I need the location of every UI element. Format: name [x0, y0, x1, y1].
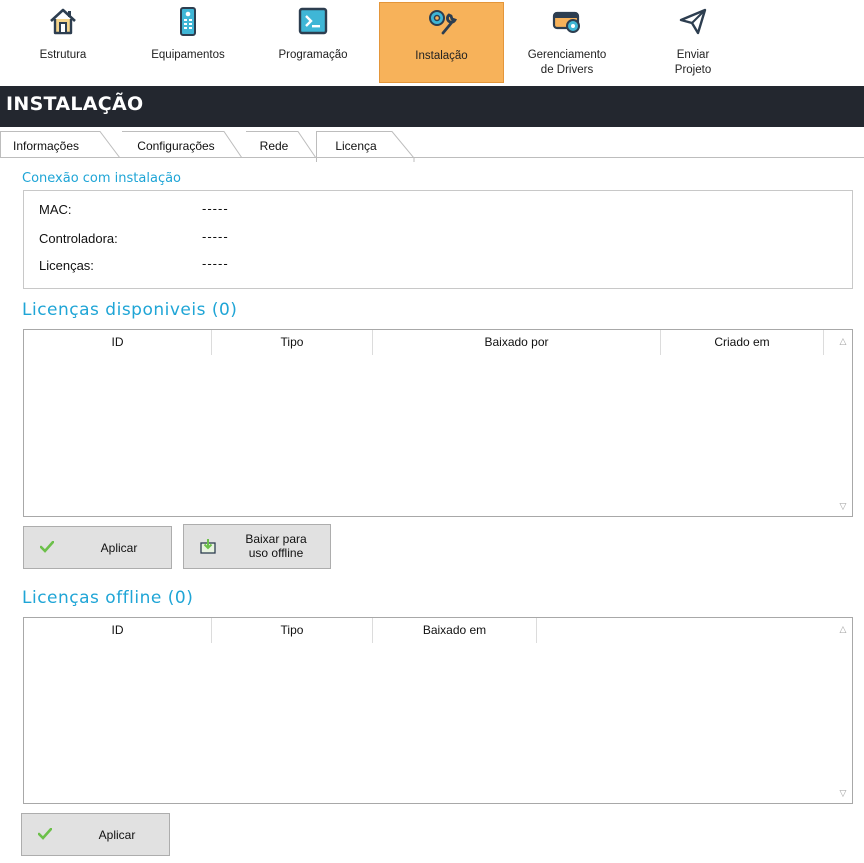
page-header: INSTALAÇÃO	[0, 86, 864, 127]
toolbar-button-estrutura[interactable]: Estrutura	[18, 2, 108, 83]
scroll-down-arrow-icon[interactable]: ▽	[838, 501, 848, 511]
column-header-id[interactable]: ID	[24, 618, 212, 643]
toolbar-label: Equipamentos	[151, 49, 225, 61]
vertical-scrollbar[interactable]: △ ▽	[835, 618, 852, 803]
house-icon	[50, 8, 76, 35]
connection-info-box: MAC: ----- Controladora: ----- Licenças:…	[23, 190, 853, 289]
available-licenses-title: Licenças disponiveis (0)	[22, 300, 238, 320]
scroll-up-arrow-icon[interactable]: △	[838, 336, 848, 346]
table-header: ID Tipo Baixado em	[24, 618, 836, 643]
checkmark-icon	[40, 541, 54, 553]
toolbar-label-line2: de Drivers	[540, 64, 594, 76]
toolbar-button-enviar-projeto[interactable]: Enviar Projeto	[646, 2, 740, 83]
scroll-up-arrow-icon[interactable]: △	[838, 624, 848, 634]
button-label-line2: uso offline	[248, 546, 304, 560]
tab-informacoes[interactable]: Informações	[0, 131, 121, 158]
button-label: Baixar para uso offline	[228, 532, 324, 560]
remote-control-icon	[180, 7, 196, 36]
button-label: Aplicar	[98, 828, 136, 842]
licenses-label: Licenças:	[39, 258, 94, 273]
scroll-down-arrow-icon[interactable]: ▽	[838, 788, 848, 798]
driver-gear-icon	[552, 11, 580, 33]
apply-offline-button[interactable]: Aplicar	[21, 813, 170, 856]
column-header-id[interactable]: ID	[24, 330, 212, 355]
terminal-icon	[298, 7, 328, 35]
connection-section-title: Conexão com instalação	[22, 171, 182, 186]
column-header-tipo[interactable]: Tipo	[212, 330, 373, 355]
column-header-tipo[interactable]: Tipo	[212, 618, 373, 643]
main-toolbar: Estrutura Equipamentos Programação Insta…	[0, 0, 864, 86]
tab-configuracoes[interactable]: Configurações	[112, 131, 243, 158]
tab-label: Configurações	[137, 139, 215, 153]
toolbar-label: Gerenciamento de Drivers	[518, 48, 616, 78]
paper-plane-icon	[679, 8, 707, 35]
page-title: INSTALAÇÃO	[6, 93, 144, 115]
licenses-value: -----	[202, 256, 229, 271]
toolbar-label-line1: Gerenciamento	[527, 49, 607, 61]
tab-bar: Informações Configurações Rede Licença	[0, 127, 864, 162]
download-offline-button[interactable]: Baixar para uso offline	[183, 524, 331, 569]
toolbar-button-programacao[interactable]: Programação	[266, 2, 360, 83]
column-header-baixado-em[interactable]: Baixado em	[373, 618, 537, 643]
column-header-baixado-por[interactable]: Baixado por	[373, 330, 661, 355]
toolbar-button-gerenciamento-drivers[interactable]: Gerenciamento de Drivers	[518, 2, 616, 83]
mac-value: -----	[202, 201, 229, 216]
tab-divider	[0, 157, 864, 158]
checkmark-icon	[38, 828, 52, 840]
wrench-gear-icon	[428, 10, 457, 35]
controller-label: Controladora:	[39, 231, 118, 246]
toolbar-label: Instalação	[415, 50, 468, 62]
toolbar-label-line1: Enviar	[676, 49, 710, 61]
tab-label: Rede	[259, 139, 289, 153]
toolbar-label: Estrutura	[39, 49, 87, 61]
toolbar-label: Programação	[278, 49, 348, 61]
toolbar-button-instalacao[interactable]: Instalação	[379, 2, 504, 83]
tab-rede[interactable]: Rede	[238, 131, 317, 158]
toolbar-button-equipamentos[interactable]: Equipamentos	[140, 2, 236, 83]
mac-label: MAC:	[39, 202, 72, 217]
available-licenses-table[interactable]: ID Tipo Baixado por Criado em △ ▽	[23, 329, 853, 517]
toolbar-label: Enviar Projeto	[646, 48, 740, 78]
vertical-scrollbar[interactable]: △ ▽	[835, 330, 852, 516]
apply-available-button[interactable]: Aplicar	[23, 526, 172, 569]
toolbar-label-line2: Projeto	[674, 64, 712, 76]
button-label-line1: Baixar para	[245, 532, 307, 546]
table-header: ID Tipo Baixado por Criado em	[24, 330, 836, 355]
offline-licenses-table[interactable]: ID Tipo Baixado em △ ▽	[23, 617, 853, 804]
download-box-icon	[200, 539, 216, 554]
tab-label: Informações	[12, 139, 80, 153]
column-header-criado-em[interactable]: Criado em	[661, 330, 824, 355]
controller-value: -----	[202, 229, 229, 244]
offline-licenses-title: Licenças offline (0)	[22, 588, 194, 608]
button-label: Aplicar	[100, 541, 138, 555]
tab-label: Licença	[335, 139, 377, 153]
